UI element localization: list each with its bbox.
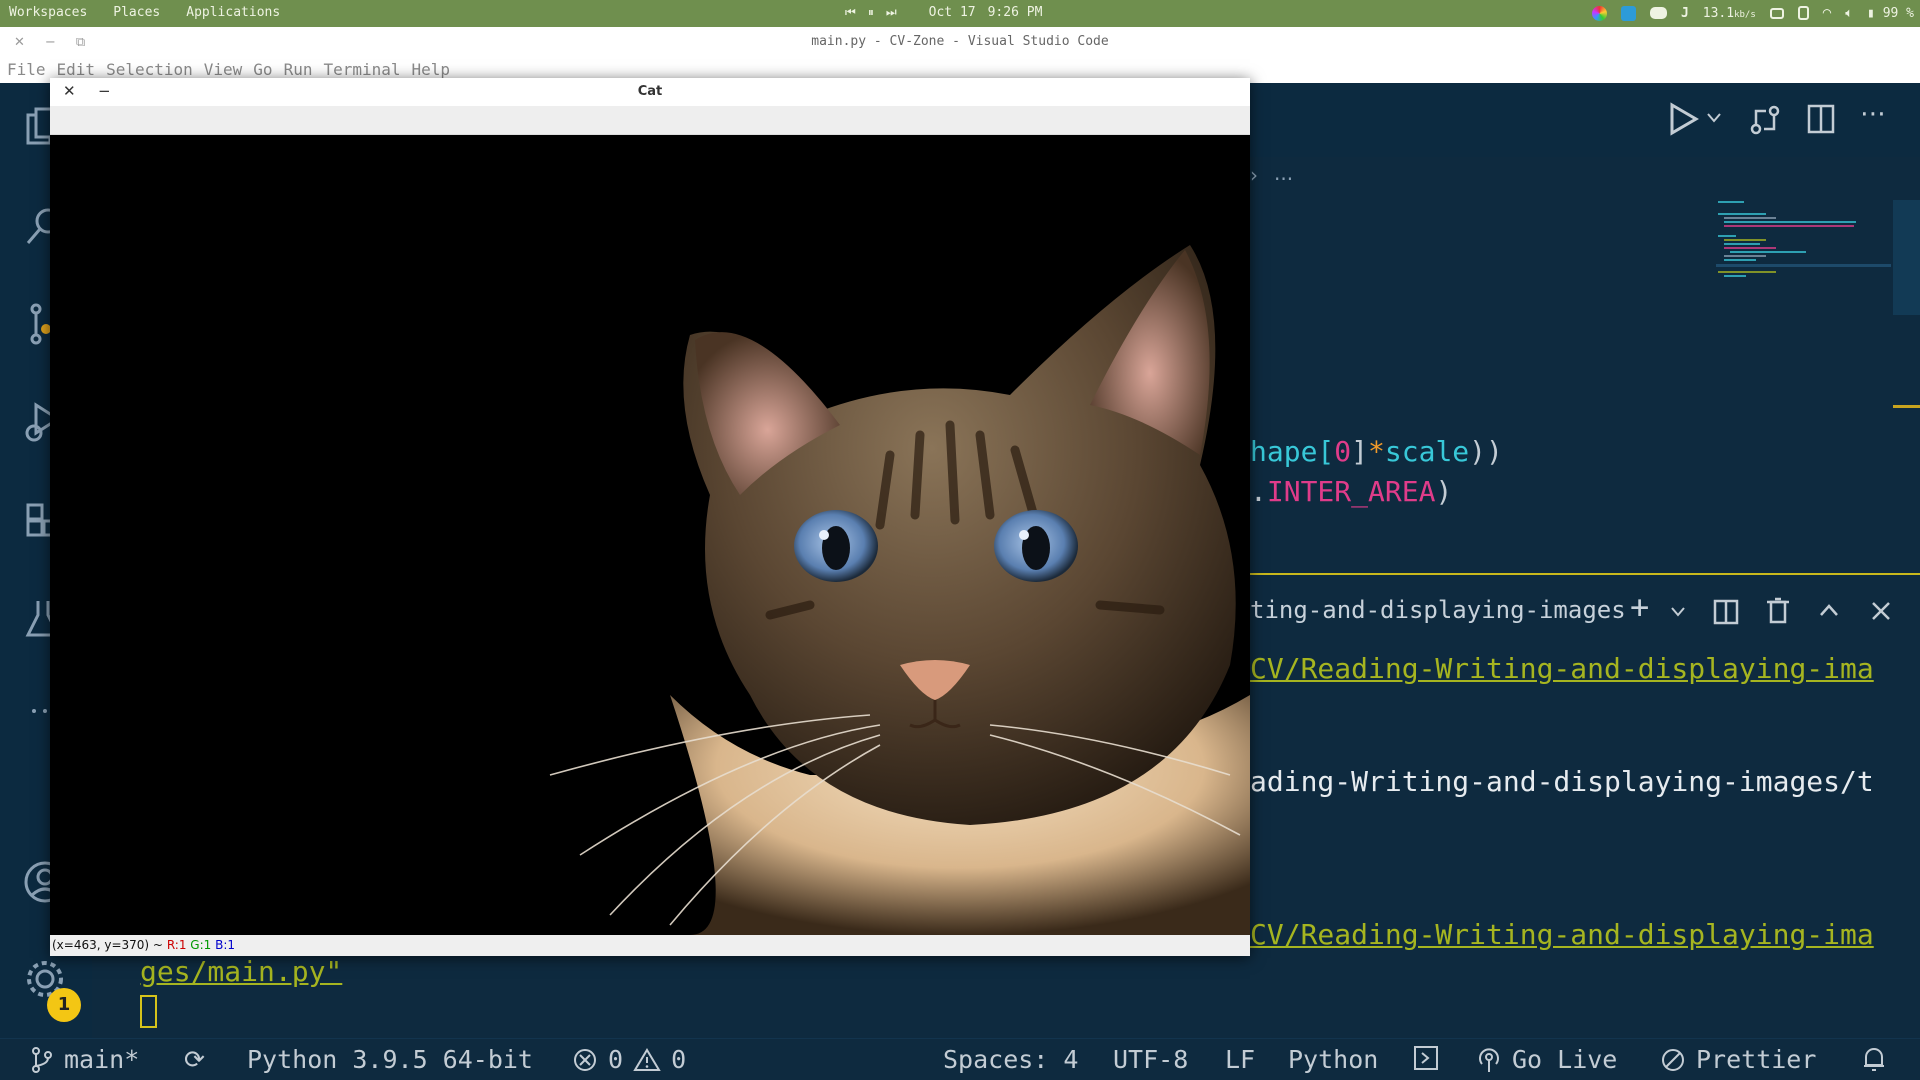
menu-bar: File Edit Selection View Go Run Terminal… bbox=[7, 60, 450, 79]
cat-window-title: Cat bbox=[637, 84, 663, 99]
pixel-blue: B:1 bbox=[215, 938, 236, 952]
menu-edit[interactable]: Edit bbox=[57, 60, 96, 79]
cat-image-window[interactable]: ✕ − Cat (x=463, y=370) ~ R:1 G:1 B:1 bbox=[50, 78, 1250, 956]
cursor-coordinates: (x=463, y=370) ~ bbox=[52, 938, 163, 952]
code-line-1: hape[0]*scale)) bbox=[1250, 435, 1503, 468]
warning-icon bbox=[633, 1047, 661, 1071]
split-editor-icon[interactable] bbox=[1806, 103, 1836, 135]
cat-window-toolbar bbox=[50, 106, 1250, 135]
language-mode[interactable]: Python bbox=[1288, 1045, 1378, 1074]
error-icon bbox=[574, 1048, 596, 1071]
prettier-button[interactable]: Prettier bbox=[1660, 1045, 1816, 1074]
python-interpreter[interactable]: Python 3.9.5 64-bit bbox=[247, 1045, 533, 1074]
clock-time: 9:26 PM bbox=[987, 5, 1043, 20]
scrollbar-marker bbox=[1893, 405, 1920, 408]
menu-terminal[interactable]: Terminal bbox=[323, 60, 400, 79]
chevron-down-icon[interactable] bbox=[1706, 111, 1722, 125]
terminal-line-2: ading-Writing-and-displaying-images/t bbox=[1250, 765, 1874, 798]
terminal-line-path-1[interactable]: CV/Reading-Writing-and-displaying-ima bbox=[1250, 652, 1874, 685]
bell-shape bbox=[1864, 1048, 1884, 1071]
terminal-cursor bbox=[140, 995, 157, 1028]
settings-notification-badge: 1 bbox=[47, 988, 81, 1022]
battery-icon: ▮ bbox=[1867, 5, 1875, 21]
color-wheel-icon[interactable] bbox=[1591, 5, 1607, 21]
terminal-panel-header: ting-and-displaying-images + bbox=[1250, 588, 1920, 634]
notifications-bell-icon[interactable] bbox=[1862, 1045, 1886, 1073]
wifi-icon[interactable]: ◠ bbox=[1823, 5, 1831, 21]
terminal-name[interactable]: ting-and-displaying-images bbox=[1250, 596, 1626, 624]
code-line-2: .INTER_AREA) bbox=[1250, 475, 1453, 508]
menu-run[interactable]: Run bbox=[284, 60, 313, 79]
prettier-disabled-icon bbox=[1662, 1048, 1684, 1071]
menu-selection[interactable]: Selection bbox=[106, 60, 193, 79]
window-manager-icon[interactable] bbox=[1769, 7, 1784, 19]
previous-track-icon[interactable]: ⏮ bbox=[845, 5, 856, 20]
pause-icon[interactable]: ⏸ bbox=[868, 5, 874, 20]
terminal-shortcut-icon[interactable] bbox=[1413, 1045, 1439, 1071]
cat-window-titlebar[interactable]: ✕ − Cat bbox=[50, 78, 1250, 106]
breadcrumb-more[interactable]: ... bbox=[1274, 161, 1293, 185]
desktop-menu: Workspaces Places Applications bbox=[9, 5, 280, 20]
cat-photo[interactable] bbox=[50, 135, 1250, 935]
pixel-red: R:1 bbox=[166, 938, 187, 952]
maximize-panel-icon[interactable] bbox=[1818, 602, 1840, 618]
menu-view[interactable]: View bbox=[204, 60, 243, 79]
minimap[interactable] bbox=[1716, 196, 1891, 286]
cat-illustration bbox=[50, 135, 1250, 935]
menu-workspaces[interactable]: Workspaces bbox=[9, 5, 87, 20]
media-controls: ⏮ ⏸ ⏭ bbox=[845, 5, 897, 20]
problems-indicator[interactable]: 0 0 bbox=[572, 1045, 686, 1074]
breadcrumb: › ... bbox=[1250, 157, 1920, 197]
status-bar: main* ⟳ Python 3.9.5 64-bit 0 0 Spaces: … bbox=[0, 1038, 1920, 1080]
indentation[interactable]: Spaces: 4 bbox=[943, 1045, 1078, 1074]
git-branch-icon bbox=[32, 1046, 52, 1073]
discord-icon[interactable] bbox=[1649, 7, 1667, 19]
system-tray: J 13.1kb/s ◠ 🔈︎ ▮ 99 % bbox=[1591, 5, 1914, 21]
clock-date: Oct 17 bbox=[928, 5, 976, 20]
panel-center: ⏮ ⏸ ⏭ Oct 17 9:26 PM bbox=[845, 5, 1042, 20]
branch-indicator[interactable]: main* bbox=[30, 1045, 139, 1074]
desktop-top-panel: Workspaces Places Applications ⏮ ⏸ ⏭ Oct… bbox=[0, 0, 1920, 27]
vscode-titlebar: ✕ − ⧉ main.py - CV-Zone - Visual Studio … bbox=[0, 27, 1920, 83]
menu-file[interactable]: File bbox=[7, 60, 46, 79]
editor-toolbar: ⋯ bbox=[1250, 83, 1920, 157]
go-live-button[interactable]: Go Live bbox=[1476, 1045, 1617, 1074]
terminal-line-path-3[interactable]: CV/Reading-Writing-and-displaying-ima bbox=[1250, 918, 1874, 951]
clock[interactable]: Oct 17 9:26 PM bbox=[929, 5, 1043, 20]
breadcrumb-chevron-icon: › bbox=[1250, 163, 1258, 187]
battery-indicator[interactable]: ▮ 99 % bbox=[1867, 6, 1914, 21]
volume-icon[interactable]: 🔈︎ bbox=[1845, 6, 1853, 21]
editor-scrollbar[interactable] bbox=[1893, 200, 1920, 315]
run-python-file-icon[interactable] bbox=[1668, 101, 1700, 137]
menu-go[interactable]: Go bbox=[253, 60, 272, 79]
terminal-line-path-4[interactable]: ges/main.py" bbox=[140, 955, 342, 988]
new-terminal-icon[interactable]: + bbox=[1630, 588, 1649, 626]
network-speed: 13.1kb/s bbox=[1702, 5, 1756, 21]
menu-help[interactable]: Help bbox=[412, 60, 451, 79]
broadcast-icon bbox=[1479, 1047, 1499, 1072]
encoding[interactable]: UTF-8 bbox=[1113, 1045, 1188, 1074]
menu-applications[interactable]: Applications bbox=[186, 5, 280, 20]
menu-places[interactable]: Places bbox=[113, 5, 160, 20]
kill-terminal-icon[interactable] bbox=[1764, 596, 1792, 626]
terminal-dropdown-icon[interactable] bbox=[1670, 606, 1686, 618]
end-of-line[interactable]: LF bbox=[1225, 1045, 1255, 1074]
flameshot-icon[interactable] bbox=[1620, 5, 1636, 21]
window-title: main.py - CV-Zone - Visual Studio Code bbox=[811, 34, 1109, 49]
pixel-green: G:1 bbox=[190, 938, 212, 952]
more-actions-icon[interactable]: ⋯ bbox=[1860, 99, 1886, 129]
terminal-icon bbox=[1414, 1046, 1438, 1070]
compare-changes-icon[interactable] bbox=[1748, 103, 1782, 137]
clipboard-icon[interactable] bbox=[1797, 6, 1809, 20]
cat-window-statusbar: (x=463, y=370) ~ R:1 G:1 B:1 bbox=[50, 935, 1250, 956]
terminal-panel bbox=[1250, 573, 1920, 1038]
split-terminal-icon[interactable] bbox=[1712, 598, 1740, 626]
close-panel-icon[interactable] bbox=[1870, 600, 1892, 622]
utility-icon[interactable]: J bbox=[1681, 6, 1689, 21]
next-track-icon[interactable]: ⏭ bbox=[886, 5, 897, 20]
sync-icon[interactable]: ⟳ bbox=[184, 1045, 205, 1074]
